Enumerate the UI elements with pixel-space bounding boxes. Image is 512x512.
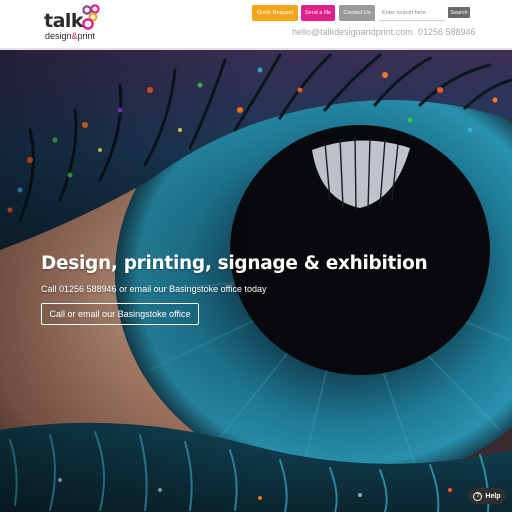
talk-logo[interactable]: talk design&print <box>44 4 104 44</box>
search-button[interactable]: Search <box>448 7 470 18</box>
hero-subtitle: Call 01256 588946 or email our Basingsto… <box>41 284 267 294</box>
send-file-button[interactable]: Send a file <box>301 5 335 21</box>
logo-sub-print: print <box>77 31 96 41</box>
header-email-link[interactable]: hello@talkdesignandprint.com <box>292 27 413 37</box>
quick-request-button[interactable]: Quick Request <box>252 5 298 21</box>
hero-cta-button[interactable]: Call or email our Basingstoke office <box>41 303 199 325</box>
logo-sub-design: design <box>45 31 72 41</box>
question-icon: ? <box>473 491 483 501</box>
logo-subtitle: design&print <box>45 31 95 41</box>
help-button[interactable]: ? Help <box>468 488 506 504</box>
search-input[interactable] <box>379 5 445 21</box>
contact-us-button[interactable]: Contact Us <box>339 5 375 21</box>
eye-closeup-image <box>0 50 512 512</box>
logo-wordmark: talk <box>44 10 84 32</box>
hero-banner: Design, printing, signage & exhibition C… <box>0 50 512 512</box>
header-phone[interactable]: 01256 588946 <box>418 27 476 37</box>
help-label: Help <box>485 492 501 500</box>
logo-dots-icon <box>82 4 100 30</box>
site-header: talk design&print Quick Request Send a f… <box>0 0 512 50</box>
hero-title: Design, printing, signage & exhibition <box>41 253 428 274</box>
